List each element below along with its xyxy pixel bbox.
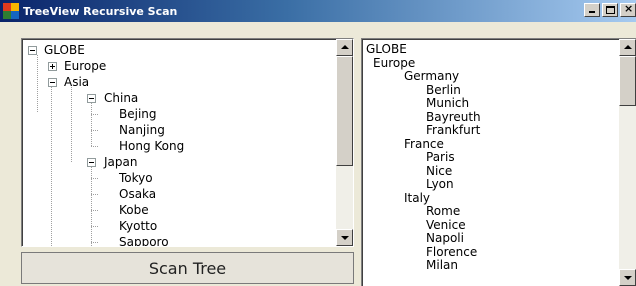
tree-scroll-down-button[interactable] [336,229,353,246]
tree-node[interactable]: Kobe [119,202,149,218]
minimize-icon [589,11,595,13]
tree-node[interactable]: Bejing [119,106,157,122]
close-button[interactable]: × [620,2,636,17]
tree-node[interactable]: Europe [64,58,106,74]
output-lines: GLOBE Europe Germany Berlin Munich Bayreuth Fr… [366,43,616,286]
output-line: Munich [426,96,470,110]
tree-node[interactable]: Asia [64,74,89,90]
minimize-button[interactable] [584,3,600,17]
tree-node[interactable]: Tokyo [119,170,153,186]
tree-node[interactable]: Osaka [119,186,156,202]
maximize-icon [606,6,615,14]
arrow-up-icon [624,45,632,49]
tree-vertical-scrollbar[interactable] [336,39,353,246]
output-vertical-scrollbar[interactable] [619,39,636,286]
expand-plus-icon[interactable] [48,62,57,71]
output-line: Napoli [426,231,464,245]
tree-connector-line [71,87,72,162]
tree-content: GLOBE Europe Asia China Bejing Nanjing Hong Ko… [22,39,336,246]
output-scroll-thumb[interactable] [619,56,636,106]
output-scroll-down-button[interactable] [619,269,636,286]
tree-connector-line [91,103,92,146]
output-line: Germany [404,69,460,83]
tree-view[interactable]: GLOBE Europe Asia China Bejing Nanjing Hong Ko… [21,38,354,247]
output-line: Rome [426,204,461,218]
tree-node[interactable]: Kyotto [119,218,157,234]
arrow-down-icon [341,236,349,240]
caption-buttons: × [584,2,636,17]
collapse-minus-icon[interactable] [87,158,96,167]
tree-connector-line [51,87,52,246]
output-line: Italy [404,190,431,205]
output-line: Venice [426,217,466,232]
tree-node[interactable]: China [104,90,138,106]
tree-node[interactable]: Sapporo [119,234,169,246]
output-line: Florence [426,244,478,259]
arrow-down-icon [624,276,632,280]
collapse-minus-icon[interactable] [28,46,37,55]
tree-scroll-thumb[interactable] [336,56,353,166]
tree-connector-line [91,178,98,179]
tree-connector-line [91,242,98,243]
output-line: Europe [373,55,416,70]
output-line: Bayreuth [426,109,481,124]
app-icon [3,3,19,19]
tree-connector-line [37,55,38,112]
output-line: Milan [426,258,458,272]
tree-node[interactable]: Hong Kong [119,138,184,154]
arrow-up-icon [341,45,349,49]
output-scroll-up-button[interactable] [619,39,636,56]
tree-connector-line [91,130,98,131]
tree-node[interactable]: GLOBE [44,42,85,58]
output-line: France [404,136,444,151]
title-bar[interactable]: TreeView Recursive Scan × [0,0,636,22]
window-title: TreeView Recursive Scan [23,4,178,18]
tree-connector-line [91,146,98,147]
tree-connector-line [91,114,98,115]
collapse-minus-icon[interactable] [87,94,96,103]
app-window: TreeView Recursive Scan × GLOBE Europe Asi… [0,0,636,286]
tree-connector-line [91,210,98,211]
output-textbox[interactable]: GLOBE Europe Germany Berlin Munich Bayreuth Fr… [361,38,636,286]
collapse-minus-icon[interactable] [48,78,57,87]
output-line: GLOBE [366,43,407,56]
scan-tree-button[interactable]: Scan Tree [21,252,354,284]
output-line: Lyon [426,177,454,191]
tree-node[interactable]: Japan [104,154,137,170]
output-line: Berlin [426,82,461,97]
output-line: Frankfurt [426,123,481,137]
output-line: Paris [426,150,455,164]
tree-connector-line [91,226,98,227]
maximize-button[interactable] [602,3,618,17]
tree-connector-line [91,194,98,195]
output-line: Nice [426,163,453,178]
tree-scroll-up-button[interactable] [336,39,353,56]
tree-node[interactable]: Nanjing [119,122,165,138]
close-icon: × [624,2,634,15]
